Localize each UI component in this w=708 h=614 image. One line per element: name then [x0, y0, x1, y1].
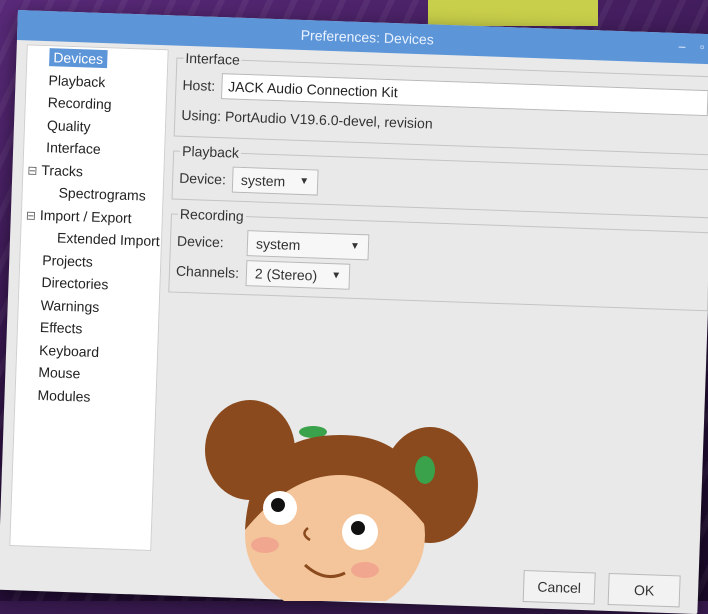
sidebar-item-label: Warnings — [40, 296, 100, 315]
minimize-icon[interactable]: – — [675, 39, 689, 53]
recording-device-value: system — [255, 235, 301, 253]
interface-group: Interface Host: JACK Audio Connection Ki… — [173, 49, 708, 156]
channels-select[interactable]: 2 (Stereo) ▼ — [245, 260, 351, 290]
channels-label: Channels: — [175, 262, 240, 281]
sidebar-item-label: Keyboard — [38, 341, 100, 360]
using-text: Using: PortAudio V19.6.0-devel, revision — [181, 106, 433, 132]
maximize-icon[interactable]: ▫ — [695, 40, 708, 54]
sidebar-item-label: Recording — [47, 94, 112, 113]
sidebar-list: Devices Playback Recording Quality Interface… — [15, 45, 167, 410]
sidebar-item-label: Import / Export — [39, 206, 132, 226]
sidebar-item-label: Playback — [48, 71, 106, 90]
recording-group: Recording Device: system ▼ Channels: 2 (… — [168, 205, 708, 312]
host-label: Host: — [182, 76, 216, 94]
sidebar-item-label: Effects — [39, 318, 83, 337]
window-title: Preferences: Devices — [300, 26, 435, 48]
cartoon-girl-illustration — [205, 400, 478, 601]
sidebar-item-label: Devices — [49, 48, 108, 69]
sidebar-item-label: Spectrograms — [58, 184, 147, 204]
collapse-toggle-icon[interactable]: ⊟ — [27, 159, 42, 182]
playback-group: Playback Device: system ▼ — [171, 142, 708, 219]
background-yellow-shape — [428, 0, 598, 26]
sidebar-item-label: Extended Import — [56, 229, 161, 250]
collapse-toggle-icon[interactable]: ⊟ — [25, 204, 40, 227]
playback-legend: Playback — [181, 142, 240, 161]
sidebar-item-label: Projects — [42, 251, 94, 270]
sidebar-item-label: Tracks — [41, 161, 84, 179]
interface-legend: Interface — [185, 49, 241, 68]
sidebar-item-label: Interface — [45, 139, 101, 157]
recording-device-select[interactable]: system ▼ — [246, 230, 370, 261]
sidebar-item-label: Directories — [41, 273, 109, 293]
cheek-left — [251, 537, 279, 553]
chevron-down-icon: ▼ — [330, 270, 342, 282]
sidebar-item-label: Modules — [37, 386, 91, 405]
chevron-down-icon: ▼ — [299, 175, 310, 188]
sidebar-item-modules[interactable]: Modules — [15, 383, 156, 410]
playback-device-select[interactable]: system ▼ — [231, 166, 319, 196]
cancel-button[interactable]: Cancel — [522, 569, 596, 605]
sidebar-item-label: Mouse — [38, 363, 81, 382]
playback-device-label: Device: — [178, 169, 227, 188]
playback-device-value: system — [240, 171, 286, 190]
sidebar-item-label: Quality — [46, 116, 91, 135]
window-controls: – ▫ — [675, 39, 708, 54]
cheek-right — [351, 562, 379, 578]
sidebar-item-tracks[interactable]: ⊟ Tracks — [23, 158, 164, 185]
preferences-sidebar: Devices Playback Recording Quality Interface… — [9, 44, 169, 551]
ok-button[interactable]: OK — [607, 572, 681, 608]
recording-legend: Recording — [179, 205, 245, 225]
chevron-down-icon: ▼ — [349, 240, 361, 253]
channels-value: 2 (Stereo) — [254, 265, 318, 284]
hair-tie-right — [415, 456, 435, 484]
recording-device-label: Device: — [176, 232, 224, 251]
